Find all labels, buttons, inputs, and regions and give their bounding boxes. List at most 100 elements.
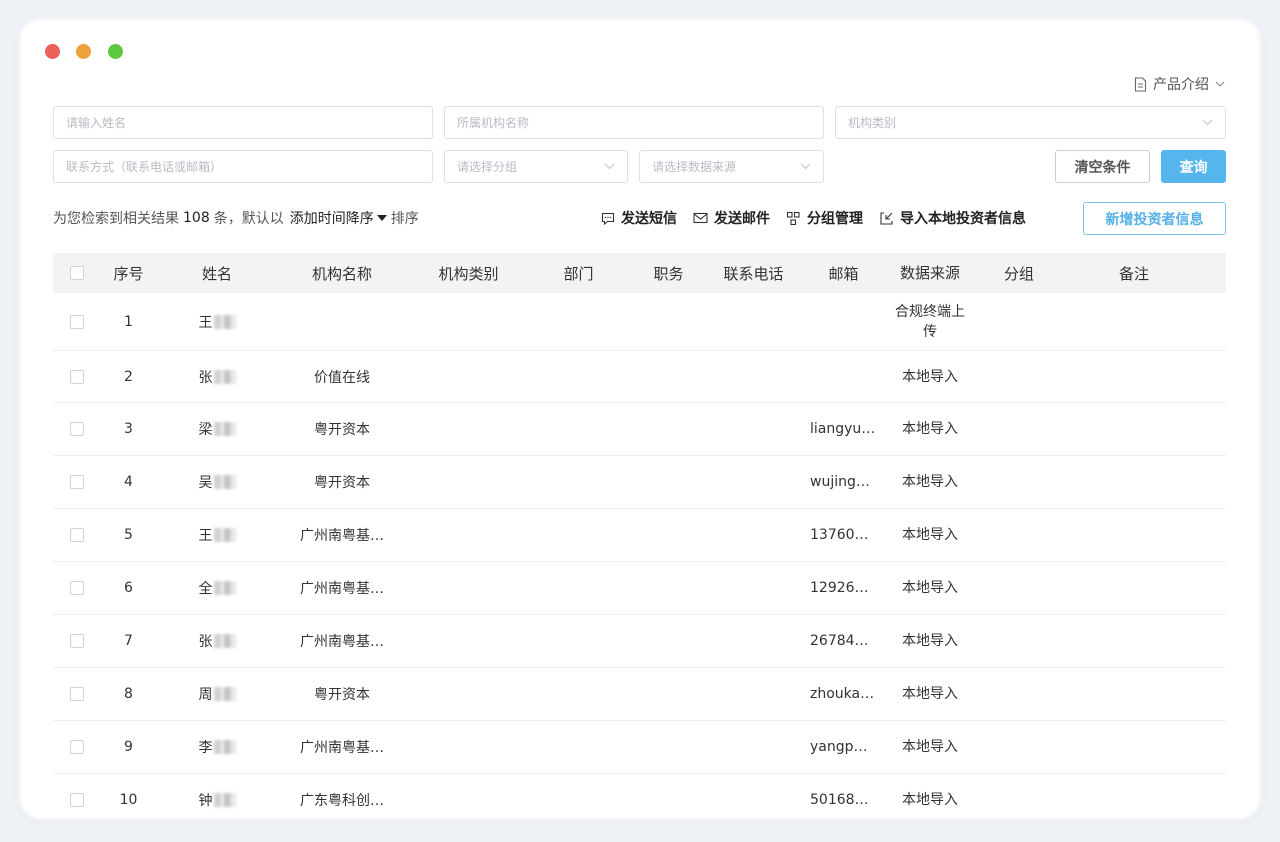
- row-checkbox[interactable]: [70, 634, 84, 648]
- row-select-cell: [53, 581, 101, 595]
- seq-cell: 7: [101, 633, 156, 649]
- send-sms-label: 发送短信: [621, 211, 677, 227]
- clear-filters-button[interactable]: 清空条件: [1055, 150, 1150, 183]
- email-cell-text: 12926…: [810, 580, 869, 596]
- table-row[interactable]: 1 王 合规终端上传: [53, 293, 1226, 351]
- seq-cell-text: 2: [124, 368, 133, 385]
- table-row[interactable]: 10 钟 广东粤科创… 50168… 本地导入: [53, 774, 1226, 818]
- source-cell-text: 本地导入: [902, 421, 958, 437]
- org-search-field[interactable]: [444, 106, 824, 139]
- source-cell: 合规终端上传: [891, 302, 969, 342]
- org-name-cell: 广州南粤基…: [278, 525, 406, 545]
- row-checkbox[interactable]: [70, 740, 84, 754]
- table-row[interactable]: 7 张 广州南粤基… 26784… 本地导入: [53, 615, 1226, 668]
- message-icon: [601, 212, 615, 225]
- row-checkbox[interactable]: [70, 422, 84, 436]
- name-cell-text: 张: [198, 369, 213, 386]
- seq-cell-text: 9: [124, 739, 133, 755]
- sort-field-label: 添加时间降序: [289, 211, 374, 227]
- add-investor-button[interactable]: 新增投资者信息: [1083, 202, 1226, 235]
- group-management-button[interactable]: 分组管理: [786, 208, 863, 228]
- name-cell-text: 王: [198, 528, 213, 544]
- seq-cell: 9: [101, 739, 156, 755]
- name-cell: 梁: [156, 419, 278, 439]
- seq-cell: 2: [101, 369, 156, 385]
- table-row[interactable]: 8 周 粤开资本 zhouka… 本地导入: [53, 668, 1226, 721]
- row-checkbox[interactable]: [70, 793, 84, 807]
- column-header: 备注: [1118, 264, 1149, 283]
- email-cell: 12926…: [796, 580, 891, 596]
- org-name-cell-text: 广州南粤基…: [300, 634, 384, 650]
- source-cell: 本地导入: [891, 472, 969, 492]
- org-type-select[interactable]: 机构类别: [835, 106, 1226, 139]
- row-checkbox[interactable]: [70, 314, 84, 329]
- org-type-placeholder: 机构类别: [848, 116, 897, 130]
- org-name-cell-text: 粤开资本: [314, 687, 370, 703]
- name-cell-text: 吴: [198, 475, 213, 491]
- name-cell: 吴: [156, 472, 278, 492]
- email-cell: zhouka…: [796, 686, 891, 702]
- import-local-button[interactable]: 导入本地投资者信息: [879, 208, 1026, 228]
- name-cell: 王: [156, 312, 278, 332]
- table-row[interactable]: 6 全 广州南粤基… 12926… 本地导入: [53, 562, 1226, 615]
- org-name-cell-text: 广州南粤基…: [300, 581, 384, 597]
- redacted-name-mask: [213, 475, 236, 489]
- name-cell-text: 钟: [198, 793, 213, 809]
- send-email-label: 发送邮件: [714, 211, 770, 227]
- org-name-cell: 广州南粤基…: [278, 631, 406, 651]
- table-row[interactable]: 4 吴 粤开资本 wujing… 本地导入: [53, 456, 1226, 509]
- close-window-button[interactable]: [45, 44, 60, 59]
- source-cell: 本地导入: [891, 737, 969, 757]
- select-all-cell: [53, 266, 101, 280]
- row-checkbox[interactable]: [70, 475, 84, 489]
- row-checkbox[interactable]: [70, 581, 84, 595]
- row-checkbox[interactable]: [70, 369, 84, 384]
- name-search-field[interactable]: [53, 106, 433, 139]
- summary-prefix: 为您检索到相关结果: [53, 211, 179, 227]
- send-sms-button[interactable]: 发送短信: [601, 208, 677, 228]
- row-select-cell: [53, 422, 101, 436]
- table-row[interactable]: 5 王 广州南粤基… 13760… 本地导入: [53, 509, 1226, 562]
- product-intro-menu[interactable]: 产品介绍: [1134, 74, 1225, 94]
- name-cell-text: 王: [198, 314, 213, 331]
- table-row[interactable]: 2 张 价值在线 本地导入: [53, 351, 1226, 403]
- name-cell: 张: [156, 631, 278, 651]
- source-placeholder: 请选择数据来源: [652, 160, 737, 174]
- chevron-down-icon: [1202, 119, 1213, 126]
- source-cell: 本地导入: [891, 790, 969, 810]
- org-name-input[interactable]: [457, 115, 811, 130]
- email-cell-text: 26784…: [810, 633, 869, 649]
- row-checkbox[interactable]: [70, 528, 84, 542]
- contact-input[interactable]: [66, 159, 420, 174]
- table-row[interactable]: 3 梁 粤开资本 liangyu… 本地导入: [53, 403, 1226, 456]
- source-select[interactable]: 请选择数据来源: [639, 150, 824, 183]
- name-cell: 张: [156, 367, 278, 387]
- org-name-cell-text: 广州南粤基…: [300, 740, 384, 756]
- name-cell: 全: [156, 578, 278, 598]
- import-local-label: 导入本地投资者信息: [900, 211, 1026, 227]
- minimize-window-button[interactable]: [76, 44, 91, 59]
- row-checkbox[interactable]: [70, 687, 84, 701]
- email-cell-text: yangp…: [810, 739, 868, 755]
- result-count: 108: [183, 210, 210, 226]
- seq-cell-text: 1: [124, 313, 133, 330]
- maximize-window-button[interactable]: [108, 44, 123, 59]
- select-all-checkbox[interactable]: [70, 266, 84, 280]
- org-name-cell-text: 广东粤科创…: [300, 793, 384, 809]
- contact-search-field[interactable]: [53, 150, 433, 183]
- group-select[interactable]: 请选择分组: [444, 150, 628, 183]
- seq-cell: 8: [101, 686, 156, 702]
- table-row[interactable]: 9 李 广州南粤基… yangp… 本地导入: [53, 721, 1226, 774]
- send-email-button[interactable]: 发送邮件: [693, 208, 770, 228]
- seq-cell: 3: [101, 421, 156, 437]
- row-select-cell: [53, 793, 101, 807]
- product-intro-label: 产品介绍: [1153, 77, 1209, 93]
- column-header: 分组: [1003, 264, 1034, 283]
- query-button[interactable]: 查询: [1161, 150, 1226, 183]
- source-cell-text: 合规终端上传: [895, 303, 965, 340]
- name-cell: 李: [156, 737, 278, 757]
- name-input[interactable]: [66, 115, 420, 130]
- org-name-cell: 价值在线: [278, 367, 406, 387]
- sort-selector[interactable]: 添加时间降序: [290, 208, 387, 228]
- investor-table: 序号 姓名 机构名称 机构类别 部门 职务 联系电话 邮箱 数据来源 分组 备注…: [53, 253, 1226, 818]
